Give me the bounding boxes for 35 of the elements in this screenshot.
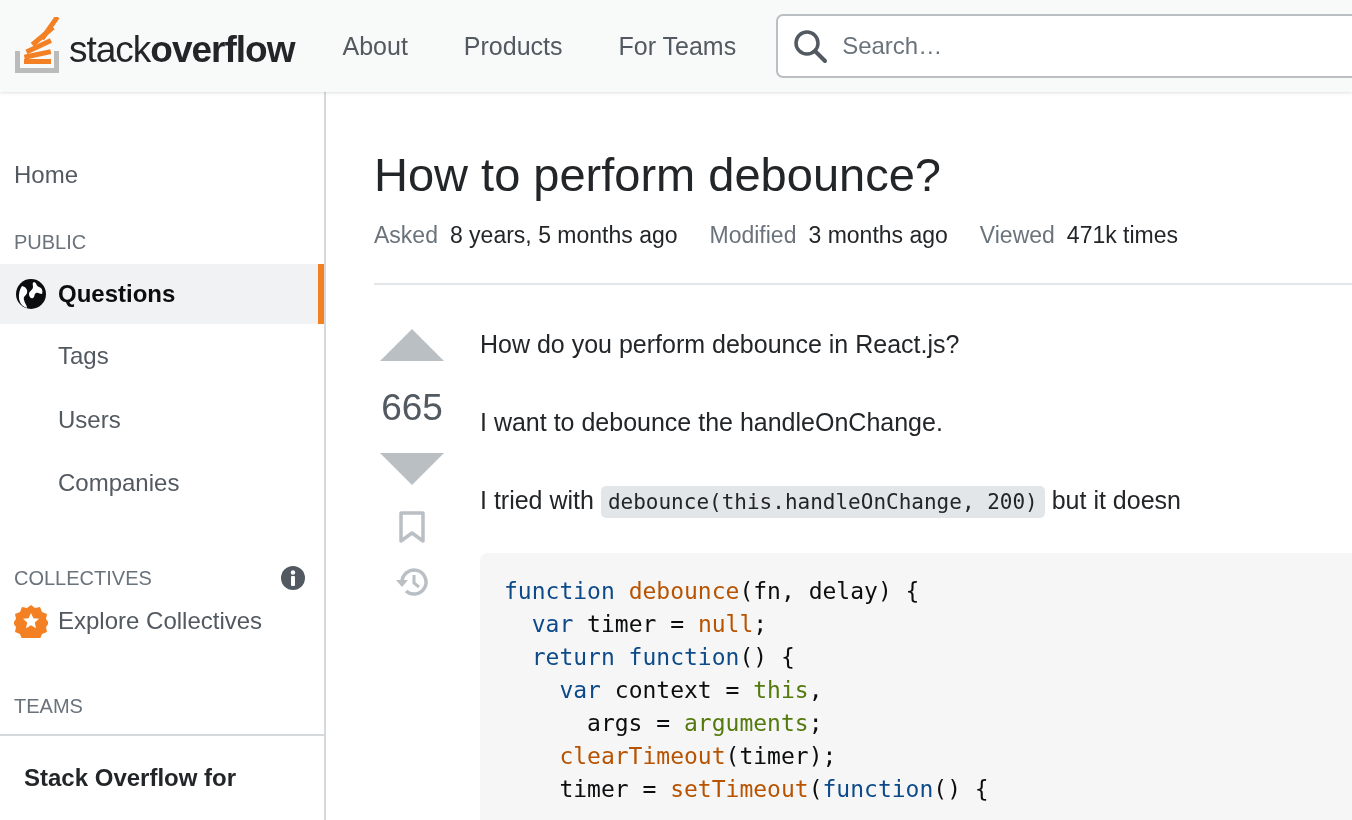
history-icon[interactable] — [394, 565, 430, 599]
meta-label: Viewed — [979, 222, 1055, 249]
meta-label: Modified — [709, 222, 797, 249]
sidebar-item[interactable]: Home — [0, 154, 324, 196]
code-block: function debounce(fn, delay) { var timer = null; return function() { var context = this, args = arguments; clearTimeout(timer); timer = setTimeout(function() { — [480, 553, 1352, 820]
sidebar-item[interactable]: Users — [0, 387, 324, 452]
search-icon — [792, 28, 829, 64]
star-badge-icon — [14, 604, 48, 639]
meta-value: 8 years, 5 months ago — [449, 222, 678, 249]
sidebar-item[interactable]: Explore Collectives — [0, 591, 324, 651]
vote-count: 665 — [381, 387, 443, 429]
card-title: Stack Overflow for — [24, 764, 237, 791]
section-heading: COLLECTIVES — [14, 566, 152, 590]
nav-link[interactable]: Products — [445, 21, 581, 71]
section-heading: PUBLIC — [13, 231, 88, 255]
meta-value: 471k times — [1066, 222, 1179, 249]
paragraph: I want to debounce the handleOnChange. — [480, 407, 944, 438]
meta-label: Asked — [374, 222, 438, 249]
section-heading: TEAMS — [13, 695, 84, 718]
nav-link[interactable]: For Teams — [600, 21, 755, 71]
logo-text[interactable]: stackoverflow — [69, 29, 295, 75]
downvote-button[interactable] — [380, 453, 444, 485]
paragraph: I tried with debounce(this.handleOnChange, 200) but it doesn — [480, 481, 1352, 521]
info-icon[interactable] — [280, 565, 306, 592]
question-title: How to perform debounce? — [374, 147, 942, 202]
upvote-button[interactable] — [380, 329, 444, 361]
sidebar-item[interactable]: Tags — [0, 324, 324, 388]
globe-icon — [14, 277, 48, 312]
nav-link[interactable]: About — [324, 21, 426, 71]
bookmark-icon[interactable] — [399, 511, 425, 543]
search-field[interactable]: Search… — [776, 14, 1352, 78]
paragraph: How do you perform debounce in React.js? — [480, 329, 961, 360]
meta-value: 3 months ago — [808, 222, 948, 249]
sidebar-item[interactable]: Companies — [0, 451, 324, 516]
sidebar-item[interactable]: Questions — [0, 264, 324, 325]
